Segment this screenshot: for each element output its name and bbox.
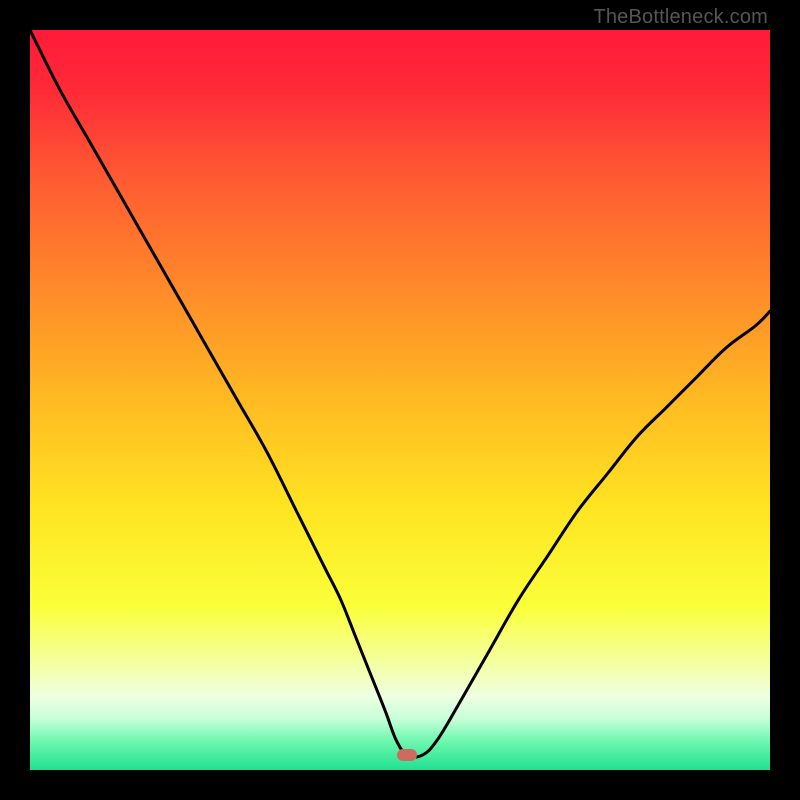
plot-area xyxy=(30,30,770,770)
optimal-point-marker xyxy=(397,749,417,761)
watermark-text: TheBottleneck.com xyxy=(593,6,768,29)
chart-frame: TheBottleneck.com xyxy=(0,0,800,800)
gradient-background xyxy=(30,30,770,770)
chart-svg xyxy=(30,30,770,770)
